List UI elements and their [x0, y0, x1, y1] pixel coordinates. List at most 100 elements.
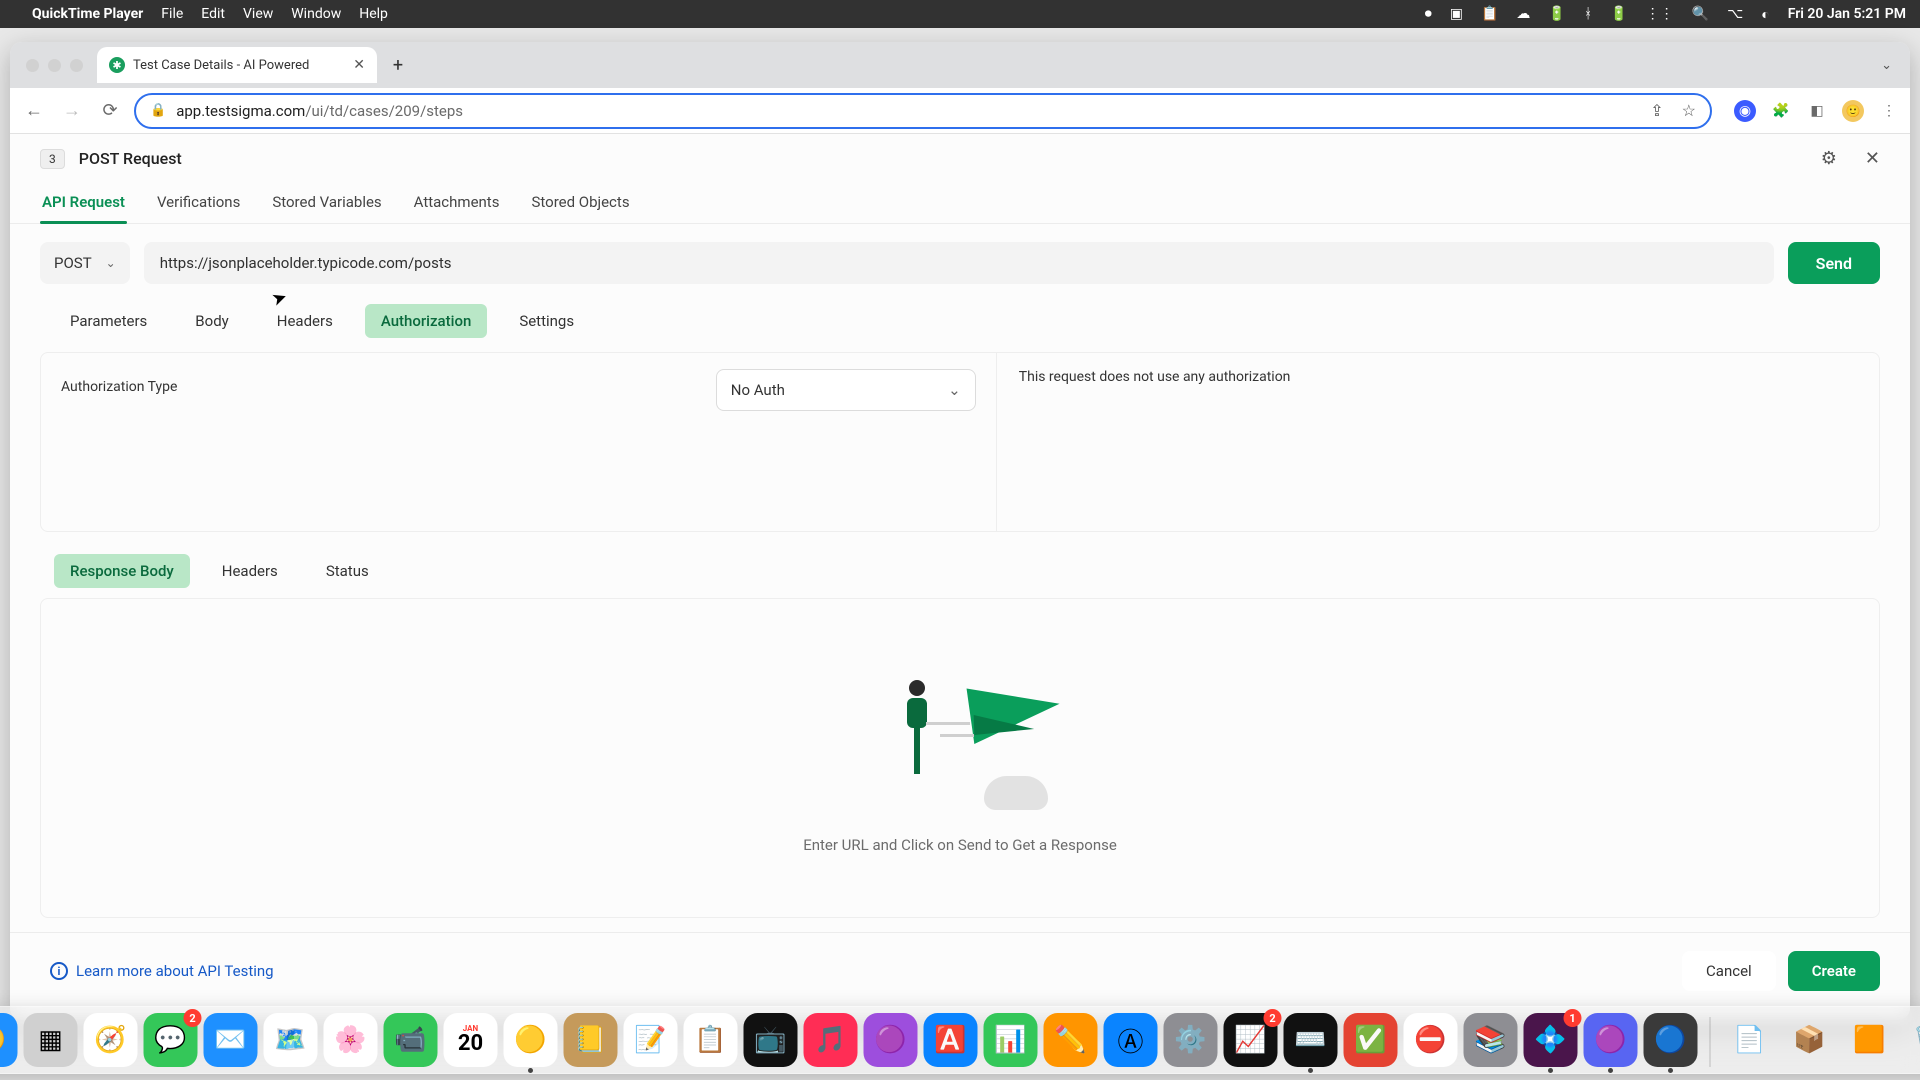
- dock-app-terminal[interactable]: ⌨️: [1284, 1013, 1338, 1067]
- http-method-select[interactable]: POST ⌄: [40, 242, 130, 284]
- dock-app-maps[interactable]: 🗺️: [264, 1013, 318, 1067]
- cancel-button[interactable]: Cancel: [1682, 951, 1776, 991]
- nav-forward-icon[interactable]: →: [58, 97, 86, 125]
- dock-app-appstore2[interactable]: Ⓐ: [1104, 1013, 1158, 1067]
- authorization-type-select[interactable]: No Auth ⌄: [716, 369, 976, 411]
- dock-app-facetime[interactable]: 📹: [384, 1013, 438, 1067]
- page-header: 3 POST Request ⚙ ✕: [10, 134, 1910, 179]
- window-close-icon[interactable]: [26, 59, 39, 72]
- dock-app-podcasts[interactable]: 🟣: [864, 1013, 918, 1067]
- siri-icon[interactable]: ◐: [1761, 6, 1769, 23]
- settings-gear-icon[interactable]: ⚙: [1821, 148, 1837, 169]
- dock-app-tv[interactable]: 📺: [744, 1013, 798, 1067]
- dock-app-reminders[interactable]: 📋: [684, 1013, 738, 1067]
- menu-file[interactable]: File: [161, 6, 183, 22]
- close-panel-icon[interactable]: ✕: [1865, 148, 1880, 169]
- dock-app-mail[interactable]: ✉️: [204, 1013, 258, 1067]
- subtab-settings[interactable]: Settings: [503, 304, 590, 338]
- menu-edit[interactable]: Edit: [201, 6, 225, 22]
- learn-more-link[interactable]: i Learn more about API Testing: [50, 962, 274, 980]
- battery-icon[interactable]: 🔋: [1548, 6, 1565, 22]
- tab-overflow-icon[interactable]: ⌄: [1871, 58, 1902, 73]
- bookmark-star-icon[interactable]: ☆: [1682, 101, 1696, 120]
- dock-item-trash[interactable]: 🗑️: [1903, 1013, 1920, 1067]
- menu-view[interactable]: View: [243, 6, 273, 22]
- control-center-icon[interactable]: ⌥: [1727, 6, 1743, 22]
- dock-app-music[interactable]: 🎵: [804, 1013, 858, 1067]
- extensions-menu-icon[interactable]: 🧩: [1770, 100, 1792, 122]
- window-traffic-lights[interactable]: [26, 59, 83, 72]
- dock-app-quicktime[interactable]: 🔵: [1644, 1013, 1698, 1067]
- dock-app-pages[interactable]: ✏️: [1044, 1013, 1098, 1067]
- request-url-input[interactable]: https://jsonplaceholder.typicode.com/pos…: [144, 242, 1774, 284]
- subtab-parameters[interactable]: Parameters: [54, 304, 163, 338]
- dock-item-folder[interactable]: 🟧: [1843, 1013, 1897, 1067]
- send-button[interactable]: Send: [1788, 242, 1880, 284]
- tab-stored-objects[interactable]: Stored Objects: [529, 185, 631, 223]
- dock-app-appstore[interactable]: 🅰️: [924, 1013, 978, 1067]
- subtab-body[interactable]: Body: [179, 304, 244, 338]
- clipboard-icon[interactable]: 📋: [1481, 6, 1498, 22]
- new-tab-button[interactable]: +: [383, 50, 413, 80]
- dock-item-document[interactable]: 📄: [1723, 1013, 1777, 1067]
- chrome-menu-icon[interactable]: ⋮: [1878, 100, 1900, 122]
- lock-icon: 🔒: [150, 103, 166, 118]
- dock-app-chrome[interactable]: 🟡: [504, 1013, 558, 1067]
- tab-stored-variables[interactable]: Stored Variables: [270, 185, 383, 223]
- menu-help[interactable]: Help: [359, 6, 388, 22]
- dock-app-stop[interactable]: ⛔: [1404, 1013, 1458, 1067]
- tab-close-icon[interactable]: ✕: [353, 57, 365, 73]
- wifi-icon[interactable]: ⋮⋮: [1646, 6, 1674, 22]
- dock-app-discord[interactable]: 🟣: [1584, 1013, 1638, 1067]
- tab-verifications[interactable]: Verifications: [155, 185, 242, 223]
- tab-api-request[interactable]: API Request: [40, 185, 127, 223]
- sidepanel-icon[interactable]: ◧: [1806, 100, 1828, 122]
- nav-reload-icon[interactable]: ⟳: [96, 97, 124, 125]
- screenshot-icon[interactable]: ▣: [1450, 6, 1463, 22]
- dock-app-messages[interactable]: 💬2: [144, 1013, 198, 1067]
- request-url-value: https://jsonplaceholder.typicode.com/pos…: [160, 254, 452, 272]
- browser-tab[interactable]: ✱ Test Case Details - AI Powered ✕: [97, 47, 377, 83]
- nav-back-icon[interactable]: ←: [20, 97, 48, 125]
- record-icon[interactable]: ⏺: [1425, 6, 1432, 22]
- battery-percent-icon[interactable]: 🔋: [1610, 6, 1627, 22]
- dock-app-calendar[interactable]: JAN20: [444, 1013, 498, 1067]
- resp-tab-body[interactable]: Response Body: [54, 554, 190, 588]
- window-minimize-icon[interactable]: [48, 59, 61, 72]
- bluetooth-icon[interactable]: ᚼ: [1584, 6, 1592, 22]
- dock-item-box[interactable]: 📦: [1783, 1013, 1837, 1067]
- dock-app-todoist[interactable]: ✅: [1344, 1013, 1398, 1067]
- tab-favicon-icon: ✱: [109, 57, 125, 73]
- subtab-authorization[interactable]: Authorization: [365, 304, 487, 338]
- profile-avatar-icon[interactable]: 🙂: [1842, 100, 1864, 122]
- dock-running-dot-icon: [1548, 1068, 1553, 1073]
- menu-window[interactable]: Window: [291, 6, 341, 22]
- dock-app-numbers[interactable]: 📊: [984, 1013, 1038, 1067]
- resp-tab-status[interactable]: Status: [310, 554, 385, 588]
- tab-attachments[interactable]: Attachments: [412, 185, 502, 223]
- dock-app-contacts[interactable]: 📒: [564, 1013, 618, 1067]
- browser-tabstrip: ✱ Test Case Details - AI Powered ✕ + ⌄: [10, 42, 1910, 88]
- dock-app-notes[interactable]: 📝: [624, 1013, 678, 1067]
- dock-app-books[interactable]: 📚: [1464, 1013, 1518, 1067]
- cloud-icon[interactable]: ☁︎: [1516, 6, 1530, 22]
- dock-app-settings[interactable]: ⚙️: [1164, 1013, 1218, 1067]
- dock-app-safari[interactable]: 🧭: [84, 1013, 138, 1067]
- window-zoom-icon[interactable]: [70, 59, 83, 72]
- dock-app-launchpad[interactable]: ▦: [24, 1013, 78, 1067]
- spotlight-icon[interactable]: 🔍: [1692, 6, 1709, 22]
- subtab-headers[interactable]: Headers: [261, 304, 349, 338]
- dock-app-photos[interactable]: 🌸: [324, 1013, 378, 1067]
- menubar-app-name[interactable]: QuickTime Player: [32, 6, 143, 22]
- dock-app-activity[interactable]: 📈2: [1224, 1013, 1278, 1067]
- resp-tab-headers[interactable]: Headers: [206, 554, 294, 588]
- dock-app-finder[interactable]: 😀: [0, 1013, 18, 1067]
- address-bar[interactable]: 🔒 app.testsigma.com/ui/td/cases/209/step…: [134, 93, 1712, 129]
- extension-icon[interactable]: ◉: [1734, 100, 1756, 122]
- http-method-value: POST: [54, 254, 92, 272]
- share-icon[interactable]: ⇪: [1650, 101, 1663, 120]
- request-row: POST ⌄ https://jsonplaceholder.typicode.…: [10, 224, 1910, 288]
- dock-app-slack[interactable]: 💠1: [1524, 1013, 1578, 1067]
- create-button[interactable]: Create: [1788, 951, 1880, 991]
- menubar-clock[interactable]: Fri 20 Jan 5:21 PM: [1788, 6, 1906, 22]
